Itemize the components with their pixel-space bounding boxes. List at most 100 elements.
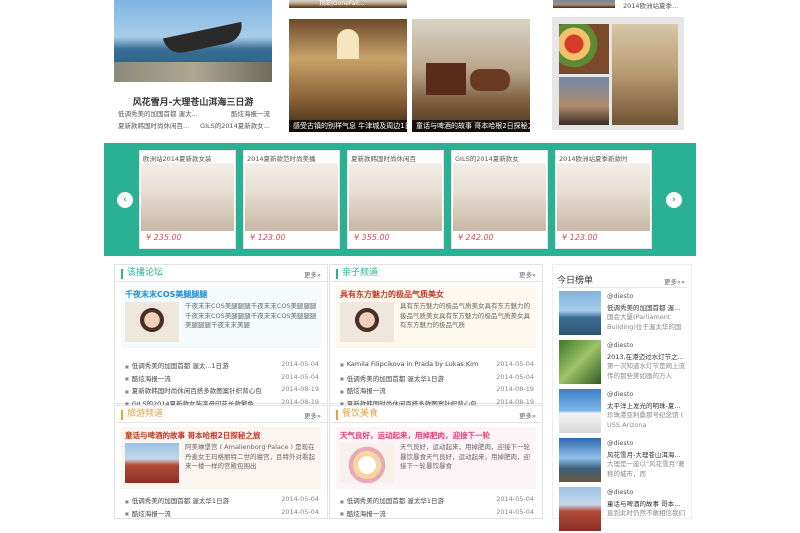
lake-title[interactable]: 风花雪月-大理苍山洱海三日游 [114, 95, 272, 108]
product-title[interactable]: 欧洲站2014夏新款女装 [140, 151, 235, 162]
carriage-photo[interactable]: 童话与啤酒的故事 哥本哈根2日探秘之旅 [412, 19, 530, 132]
rank-user[interactable]: @diesto [607, 341, 633, 349]
panel-title[interactable]: 该播论坛 [127, 267, 163, 280]
panel-title[interactable]: 旅游频道 [127, 408, 163, 421]
lake-row-2[interactable]: 夏新款韩国时尚休闲百... GILS的2014夏新款女... [118, 120, 270, 130]
right-top-thumb[interactable] [553, 0, 615, 8]
product-card[interactable]: 夏新款韩国时尚休闲百 ¥ 355.00 [347, 150, 444, 249]
rank-image[interactable] [559, 438, 601, 482]
more-link[interactable]: 更多» [519, 269, 536, 279]
item-title[interactable]: 酷炫海报一流 [340, 508, 386, 521]
product-card[interactable]: 2014欧洲站夏季新款时 ¥ 123.00 [555, 150, 652, 249]
item-title[interactable]: 酷炫海报一流 [125, 508, 171, 521]
lake-row-1[interactable]: 低调秀美的加国首都 渥太... 酷炫海报一流 [118, 108, 270, 120]
list-item[interactable]: Kamila Filipcikova in Prada by Lukas Kim… [340, 360, 534, 373]
featured-image[interactable] [125, 302, 179, 342]
list-item[interactable]: 酷炫海报一流 2014-05-04 [125, 508, 319, 521]
list-item[interactable]: 低调秀美的加国首都 渥太华1日游 2014-05-04 [340, 495, 534, 508]
list-item[interactable]: 低调秀美的加国首都 渥太华1日游 2014-05-04 [340, 373, 534, 386]
lake-row-1-left[interactable]: 低调秀美的加国首都 渥太... [118, 108, 198, 120]
product-image[interactable] [245, 163, 338, 231]
product-image[interactable] [453, 163, 546, 231]
product-card[interactable]: GILS的2014夏新款女 ¥ 242.00 [451, 150, 548, 249]
panel-title[interactable]: 餐饮美食 [342, 408, 378, 421]
product-image[interactable] [349, 163, 442, 231]
item-title[interactable]: 低调秀美的加国首都 渥太华1日游 [125, 495, 229, 508]
product-card[interactable]: 2014夏新款范时尚美播 ¥ 123.00 [243, 150, 340, 249]
product-card[interactable]: 欧洲站2014夏新款女装 ¥ 235.00 [139, 150, 236, 249]
lake-row-2-right[interactable]: GILS的2014夏新款女... [200, 120, 270, 130]
rank-user[interactable]: @diesto [607, 488, 633, 496]
featured-title[interactable]: 童话与啤酒的故事 哥本哈根2日探秘之旅 [125, 430, 260, 441]
item-title[interactable]: 酷炫海报一流 [340, 385, 386, 398]
right-top-text[interactable]: 2014欧洲站夏季... [623, 0, 678, 10]
rank-image[interactable] [559, 291, 601, 335]
featured-title[interactable]: 天气良好，运动起来，用掉肥肉，迎接下一轮 [340, 430, 490, 441]
panel-accent [336, 269, 338, 279]
rank-more-link[interactable]: 更多»» [664, 276, 685, 286]
rank-item-title[interactable]: 太平洋上发光的明珠-夏... [607, 400, 681, 410]
list-item[interactable]: 低调秀美的加国首都 渥太华1日游 2014-05-04 [125, 495, 319, 508]
dusk-photo[interactable] [559, 77, 609, 125]
featured-image[interactable] [340, 443, 394, 483]
featured-image[interactable] [125, 443, 179, 483]
food-photo[interactable] [559, 24, 609, 74]
rank-item-title[interactable]: 低调秀美的加国首都 渥... [607, 302, 680, 312]
list-item[interactable]: 低调秀美的加国首都 渥太...1日游 2014-05-04 [125, 360, 319, 373]
rank-item[interactable]: @diesto 2013,在港迈过水灯节之... 第一次知道水灯节是网上流传的那… [559, 340, 687, 386]
product-title[interactable]: 2014欧洲站夏季新款时 [556, 151, 651, 162]
list-item[interactable]: 酷炫海报一流 2014-05-04 [340, 508, 534, 521]
carousel-next-button[interactable]: › [666, 192, 682, 208]
item-title[interactable]: 酷炫海报一流 [125, 373, 171, 386]
panel-title[interactable]: 亲子频道 [342, 267, 378, 280]
rank-image[interactable] [559, 340, 601, 384]
rank-user[interactable]: @diesto [607, 292, 633, 300]
rank-item[interactable]: @diesto 低调秀美的加国首都 渥... 国会大厦(Parliament B… [559, 291, 687, 337]
lake-row-2-left[interactable]: 夏新款韩国时尚休闲百... [118, 120, 189, 130]
hall-caption[interactable]: 感受古镇的别样气息 牛津城及周边1日游 [289, 120, 407, 132]
carousel-prev-button[interactable]: ‹ [117, 192, 133, 208]
rank-item[interactable]: @diesto 童话与啤酒的故事 哥本... 直到此时仍然不敢相信我们 [559, 487, 687, 533]
featured-title[interactable]: 具有东方魅力的极品气质美女 [340, 289, 444, 300]
panel-accent [121, 410, 123, 420]
item-title[interactable]: 低调秀美的加国首都 渥太...1日游 [125, 360, 229, 373]
rank-image[interactable] [559, 487, 601, 531]
rank-item-title[interactable]: 风花雪月-大理苍山洱海... [607, 449, 681, 459]
rank-item-summary: 大理是一座以"风花雪月"著称的城市，而 [607, 460, 685, 478]
rank-user[interactable]: @diesto [607, 390, 633, 398]
item-date: 2014-05-04 [281, 372, 319, 381]
panel-header: 该播论坛 更多» [115, 265, 327, 282]
list-item[interactable]: 酷炫海报一流 2014-05-04 [125, 373, 319, 386]
list-item[interactable]: 夏新款韩国时尚休闲百搭多款图案针织背心包 2014-08-19 [125, 385, 319, 398]
lake-photo[interactable] [114, 0, 272, 82]
building-photo[interactable] [612, 24, 678, 125]
more-link[interactable]: 更多» [304, 269, 321, 279]
product-title[interactable]: GILS的2014夏新款女 [452, 151, 547, 162]
panel-accent [336, 410, 338, 420]
panel-travel: 旅游频道 更多» 童话与啤酒的故事 哥本哈根2日探秘之旅 阿美琳堡宫 ( Ama… [114, 405, 328, 519]
product-title[interactable]: 夏新款韩国时尚休闲百 [348, 151, 443, 162]
street-caption[interactable]: 童话与啤酒的故事 哥本哈根2日探秘之旅 [412, 120, 530, 132]
item-title[interactable]: 夏新款韩国时尚休闲百搭多款图案针织背心包 [125, 385, 262, 398]
featured-title[interactable]: 千夜末末COS美腿腿腿 [125, 289, 207, 300]
product-title[interactable]: 2014夏新款范时尚美播 [244, 151, 339, 162]
lake-row-1-right[interactable]: 酷炫海报一流 [231, 108, 270, 120]
rank-image[interactable] [559, 389, 601, 433]
rank-item[interactable]: @diesto 太平洋上发光的明珠-夏... 珍珠港亚利桑那号纪念馆 ( USS… [559, 389, 687, 435]
hall-photo[interactable]: 感受古镇的别样气息 牛津城及周边1日游 [289, 19, 407, 132]
top-strip-tile[interactable]: 顶部|GoneFail... [289, 0, 407, 8]
product-image[interactable] [557, 163, 650, 231]
item-title[interactable]: 低调秀美的加国首都 渥太华1日游 [340, 373, 444, 386]
rank-item-title[interactable]: 童话与啤酒的故事 哥本... [607, 498, 680, 508]
more-link[interactable]: 更多» [304, 410, 321, 420]
product-image[interactable] [141, 163, 234, 231]
rank-item-title[interactable]: 2013,在港迈过水灯节之... [607, 351, 684, 361]
item-title[interactable]: Kamila Filipcikova in Prada by Lukas Kim [340, 360, 479, 373]
more-link[interactable]: 更多» [519, 410, 536, 420]
item-title[interactable]: 低调秀美的加国首都 渥太华1日游 [340, 495, 444, 508]
list-item[interactable]: 酷炫海报一流 2014-08-19 [340, 385, 534, 398]
featured-image[interactable] [340, 302, 394, 342]
rank-item[interactable]: @diesto 风花雪月-大理苍山洱海... 大理是一座以"风花雪月"著称的城市… [559, 438, 687, 484]
rank-user[interactable]: @diesto [607, 439, 633, 447]
rank-panel: 今日榜单 更多»» @diesto 低调秀美的加国首都 渥... 国会大厦(Pa… [552, 264, 692, 531]
